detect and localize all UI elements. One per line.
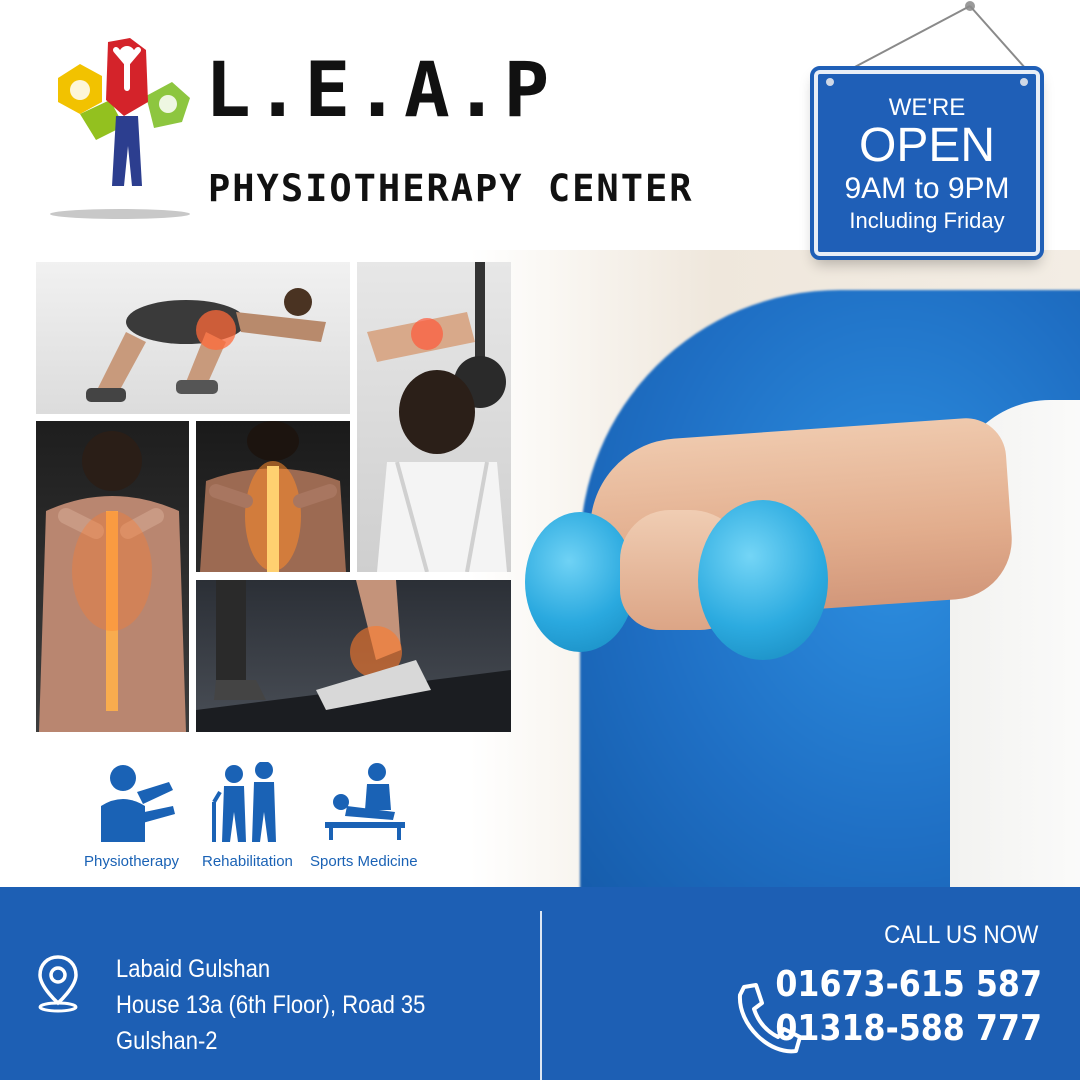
- footer-divider: [540, 911, 542, 1080]
- service-sports-medicine: Sports Medicine: [310, 762, 418, 870]
- sign-pin: [1020, 78, 1028, 86]
- location-pin-icon: [38, 955, 78, 1013]
- address-block: Labaid Gulshan House 13a (6th Floor), Ro…: [116, 951, 425, 1059]
- call-us-label: CALL US NOW: [883, 921, 1038, 949]
- address-line-3: Gulshan-2: [116, 1027, 218, 1055]
- sign-open: OPEN: [858, 119, 996, 172]
- sports-medicine-icon: [324, 763, 405, 840]
- brand-title: L.E.A.P: [205, 45, 554, 134]
- sign-days: Including Friday: [849, 208, 1005, 233]
- address-line-1: Labaid Gulshan: [116, 955, 271, 983]
- brand-subtitle: PHYSIOTHERAPY CENTER: [208, 167, 694, 210]
- address-line-2: House 13a (6th Floor), Road 35: [116, 991, 426, 1019]
- sign-were: WE'RE: [888, 94, 966, 121]
- physiotherapy-icon: [100, 765, 175, 842]
- photo-ankle-pain: [196, 580, 511, 732]
- service-label: Physiotherapy: [84, 853, 180, 870]
- open-hours-sign: WE'RE OPEN 9AM to 9PM Including Friday: [810, 66, 1044, 260]
- photo-spine-pain: [196, 421, 350, 572]
- dumbbell-weight-left: [525, 512, 635, 652]
- service-physiotherapy: Physiotherapy: [84, 762, 179, 870]
- service-rehabilitation: Rehabilitation: [202, 761, 293, 870]
- service-label: Sports Medicine: [310, 853, 418, 870]
- sign-hours: 9AM to 9PM: [844, 172, 1010, 205]
- photo-back-pain: [36, 421, 189, 732]
- footer-contact-bar: Labaid Gulshan House 13a (6th Floor), Ro…: [0, 887, 1080, 1080]
- phone-numbers: 01673-615 587 01318-588 777: [775, 963, 1042, 1051]
- dumbbell-weight-right: [698, 500, 828, 660]
- sign-pin: [826, 78, 834, 86]
- background-photo-therapist: [470, 250, 1080, 890]
- phone-number-2[interactable]: 01318-588 777: [775, 1007, 1042, 1051]
- rehabilitation-icon: [212, 761, 277, 842]
- phone-number-1[interactable]: 01673-615 587: [775, 963, 1042, 1007]
- leap-logo: [50, 36, 200, 221]
- photo-knee-pain: [36, 262, 350, 414]
- service-label: Rehabilitation: [202, 853, 293, 870]
- photo-wrist-pain: [357, 262, 511, 572]
